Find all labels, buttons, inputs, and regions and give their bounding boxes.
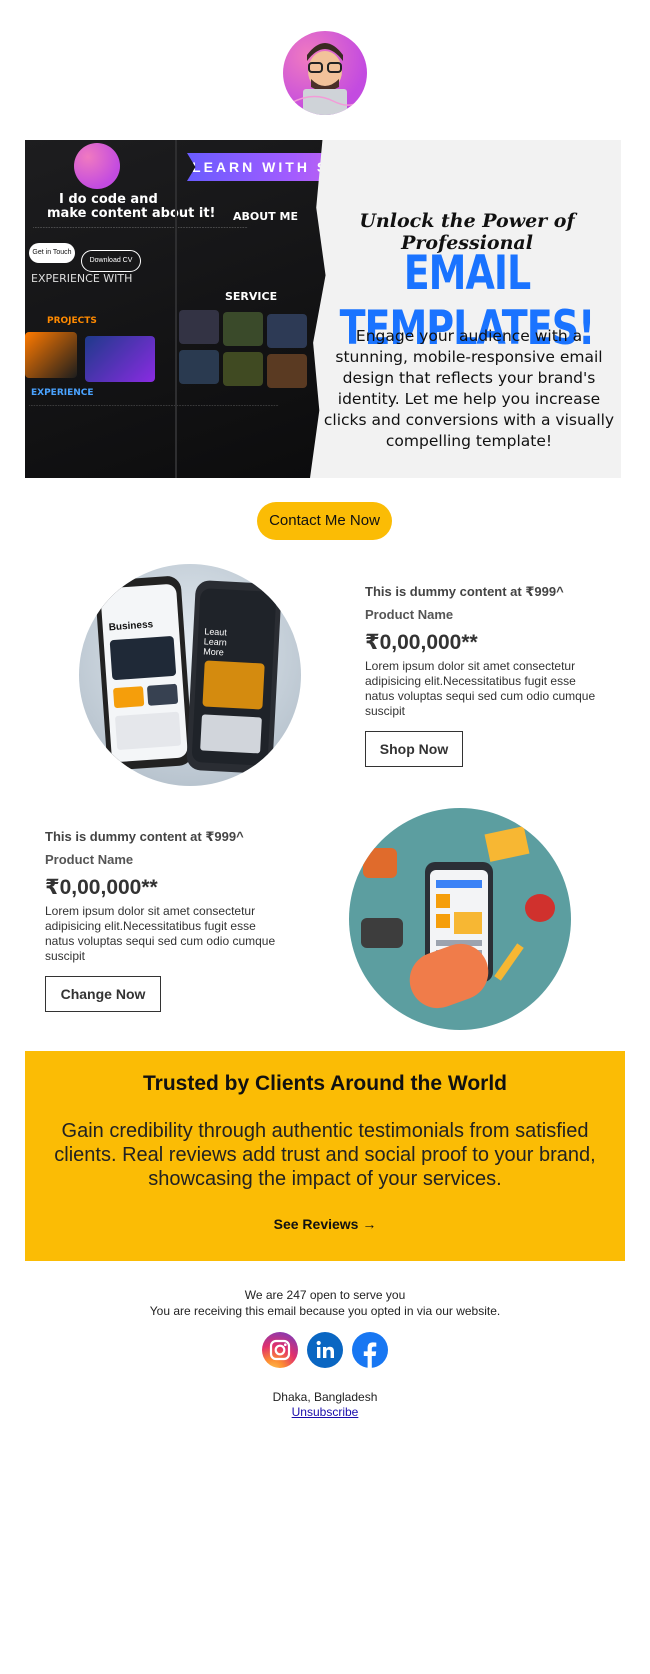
phone-left: Business: [94, 575, 194, 771]
phone-right-title: Leaut Learn More: [203, 626, 228, 658]
mini-avatar: [74, 143, 120, 189]
product-name-2: Product Name: [45, 852, 134, 867]
product-name-1: Product Name: [365, 607, 454, 622]
footer-line-2: You are receiving this email because you…: [149, 1304, 501, 1318]
testimonials-body: Gain credibility through authentic testi…: [54, 1120, 596, 1190]
product-image-1: Business Leaut Learn More: [79, 564, 301, 786]
product-desc-1: Lorem ipsum dolor sit amet consectetur a…: [365, 659, 596, 718]
product-desc-2: Lorem ipsum dolor sit amet consectetur a…: [45, 904, 276, 963]
linkedin-icon[interactable]: [307, 1332, 343, 1368]
unsubscribe-row: Unsubscribe: [0, 1405, 650, 1419]
mock-download-cv: Download CV: [81, 250, 141, 272]
change-now-button[interactable]: Change Now: [45, 976, 161, 1012]
product-image-2: [349, 808, 571, 1030]
mock-service: SERVICE: [225, 290, 278, 303]
facebook-icon[interactable]: [352, 1332, 388, 1368]
portfolio-mockup: I do code and make content about it! ...…: [25, 140, 325, 478]
footer-line-1: We are 247 open to serve you: [244, 1288, 406, 1302]
hero-body-text: Engage your audience with a stunning, mo…: [323, 327, 615, 450]
mock-experience: EXPERIENCE: [31, 388, 94, 398]
mock-intro-2: make content about it!: [47, 206, 216, 221]
mock-about-me: ABOUT ME: [233, 210, 298, 223]
mock-projects: PROJECTS: [47, 316, 97, 326]
phone-right: Leaut Learn More: [186, 579, 282, 775]
mock-get-in-touch: Get in Touch: [29, 243, 75, 263]
mock-intro-1: I do code and: [59, 192, 158, 207]
see-reviews-link[interactable]: See Reviews →: [25, 1216, 625, 1232]
brand-avatar: [283, 31, 367, 115]
product-price-1: ₹0,00,000**: [365, 631, 478, 654]
product-meta-1: This is dummy content at ₹999^: [365, 584, 564, 599]
contact-me-button[interactable]: Contact Me Now: [257, 502, 392, 540]
testimonials-section: Trusted by Clients Around the World Gain…: [25, 1051, 625, 1261]
product-price-2: ₹0,00,000**: [45, 876, 158, 899]
instagram-icon[interactable]: [262, 1332, 298, 1368]
unsubscribe-link[interactable]: Unsubscribe: [292, 1405, 359, 1419]
mock-experience-with: EXPERIENCE WITH: [31, 272, 133, 285]
hero-banner: I do code and make content about it! ...…: [25, 140, 621, 478]
testimonials-title: Trusted by Clients Around the World: [142, 1072, 507, 1095]
footer-location: Dhaka, Bangladesh: [272, 1390, 378, 1404]
shop-now-button[interactable]: Shop Now: [365, 731, 463, 767]
phone-left-title: Business: [108, 619, 154, 634]
product-meta-2: This is dummy content at ₹999^: [45, 829, 244, 844]
